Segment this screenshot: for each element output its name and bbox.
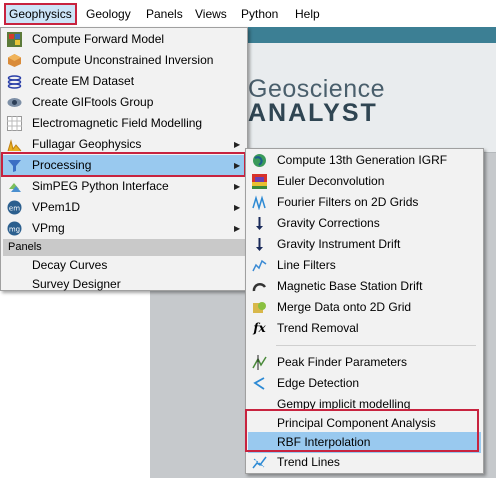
geophysics-menu: Compute Forward Model Compute Unconstrai… (0, 27, 248, 291)
menu-help[interactable]: Help (292, 5, 323, 23)
menu-item-trend-lines[interactable]: Trend Lines (248, 452, 481, 473)
menu-item-merge-data-onto-2d-grid[interactable]: Merge Data onto 2D Grid (248, 297, 481, 318)
menu-item-create-em-dataset[interactable]: Create EM Dataset (3, 71, 245, 92)
panels-section-header: Panels (3, 239, 245, 256)
menu-item-processing[interactable]: Processing ▶ (3, 155, 245, 176)
magnet-icon (252, 279, 267, 294)
menu-item-edge-detection[interactable]: Edge Detection (248, 373, 481, 394)
inversion-icon (7, 53, 22, 68)
menu-geology[interactable]: Geology (83, 5, 134, 23)
gravity-arrow-icon (252, 237, 267, 252)
globe-icon (252, 153, 267, 168)
gravity-arrow-icon (252, 216, 267, 231)
menu-python[interactable]: Python (238, 5, 281, 23)
menu-item-gempy-implicit-modelling[interactable]: Gempy implicit modelling (248, 394, 481, 415)
menu-item-fullagar-geophysics[interactable]: Fullagar Geophysics ▶ (3, 134, 245, 155)
menu-item-vpmg[interactable]: mg VPmg ▶ (3, 218, 245, 239)
menu-separator (276, 345, 476, 346)
menu-item-magnetic-base-station-drift[interactable]: Magnetic Base Station Drift (248, 276, 481, 297)
svg-text:em: em (9, 205, 20, 213)
menu-item-peak-finder-parameters[interactable]: Peak Finder Parameters (248, 352, 481, 373)
menu-item-gravity-instrument-drift[interactable]: Gravity Instrument Drift (248, 234, 481, 255)
menu-item-rbf-interpolation[interactable]: RBF Interpolation (248, 432, 481, 453)
chevron-right-icon: ▶ (234, 140, 241, 149)
menu-panels[interactable]: Panels (143, 5, 186, 23)
em-badge-icon: em (7, 200, 22, 215)
menu-item-euler-deconvolution[interactable]: Euler Deconvolution (248, 171, 481, 192)
menu-bar: Geophysics Geology Panels Views Python H… (0, 0, 496, 27)
funnel-icon (7, 158, 22, 173)
simpeg-icon (7, 179, 22, 194)
forward-model-icon (7, 32, 22, 47)
fullagar-icon (7, 137, 22, 152)
menu-item-principal-component-analysis[interactable]: Principal Component Analysis (248, 413, 481, 434)
menu-item-fourier-filters[interactable]: Fourier Filters on 2D Grids (248, 192, 481, 213)
mg-badge-icon: mg (7, 221, 22, 236)
grid-icon (7, 116, 22, 131)
menu-item-simpeg-python-interface[interactable]: SimPEG Python Interface ▶ (3, 176, 245, 197)
menu-item-create-giftools-group[interactable]: Create GIFtools Group (3, 92, 245, 113)
em-dataset-icon (7, 74, 22, 89)
menu-item-vpem1d[interactable]: em VPem1D ▶ (3, 197, 245, 218)
menu-item-gravity-corrections[interactable]: Gravity Corrections (248, 213, 481, 234)
menu-item-line-filters[interactable]: Line Filters (248, 255, 481, 276)
chevron-right-icon: ▶ (234, 203, 241, 212)
peak-icon (252, 355, 267, 370)
menu-item-trend-removal[interactable]: fx Trend Removal (248, 318, 481, 339)
giftools-icon (7, 95, 22, 110)
edge-icon (252, 376, 267, 391)
heatmap-icon (252, 174, 267, 189)
trend-lines-icon (252, 455, 267, 470)
fx-icon: fx (253, 321, 266, 335)
processing-submenu: Compute 13th Generation IGRF Euler Decon… (245, 148, 484, 474)
menu-geophysics[interactable]: Geophysics (4, 3, 77, 25)
line-filter-icon (252, 258, 267, 273)
merge-icon (252, 300, 267, 315)
chevron-right-icon: ▶ (234, 224, 241, 233)
menu-views[interactable]: Views (192, 5, 230, 23)
chevron-right-icon: ▶ (234, 182, 241, 191)
svg-text:mg: mg (9, 226, 20, 234)
menu-item-compute-forward-model[interactable]: Compute Forward Model (3, 29, 245, 50)
menu-item-survey-designer[interactable]: Survey Designer (3, 275, 245, 294)
menu-item-compute-unconstrained-inversion[interactable]: Compute Unconstrained Inversion (3, 50, 245, 71)
wave-icon (252, 195, 267, 210)
menu-item-compute-13th-generation-igrf[interactable]: Compute 13th Generation IGRF (248, 150, 481, 171)
app-logo-line2: ANALYST (248, 99, 378, 127)
chevron-right-icon: ▶ (234, 161, 241, 170)
menu-item-decay-curves[interactable]: Decay Curves (3, 256, 245, 275)
menu-item-electromagnetic-field-modelling[interactable]: Electromagnetic Field Modelling (3, 113, 245, 134)
